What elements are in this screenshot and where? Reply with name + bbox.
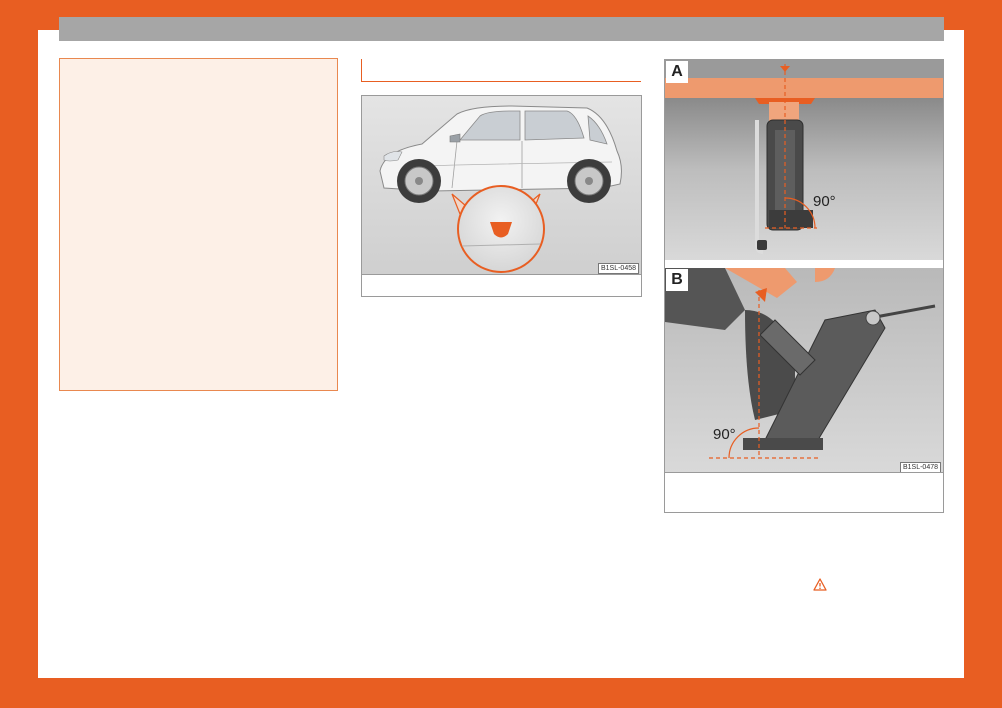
warning-triangle-icon	[813, 578, 827, 591]
figure-caption-area	[665, 472, 943, 513]
jack-positioning-illustration	[665, 60, 943, 472]
page-header-bar	[59, 17, 944, 41]
section-heading-rule	[361, 59, 641, 82]
figure-code: B1SL-0458	[597, 263, 639, 274]
figure-jack-positioning: A B 90° 90° B1SL-0478	[664, 59, 944, 513]
car-jacking-point-illustration	[362, 96, 641, 274]
warning-box	[59, 58, 338, 391]
figure-caption-area	[362, 274, 641, 297]
angle-label-b: 90°	[713, 426, 736, 443]
panel-a-label: A	[666, 61, 688, 83]
panel-b-label: B	[666, 269, 688, 291]
figure-jacking-point: B1SL-0458	[361, 95, 642, 297]
angle-label-a: 90°	[813, 193, 836, 210]
